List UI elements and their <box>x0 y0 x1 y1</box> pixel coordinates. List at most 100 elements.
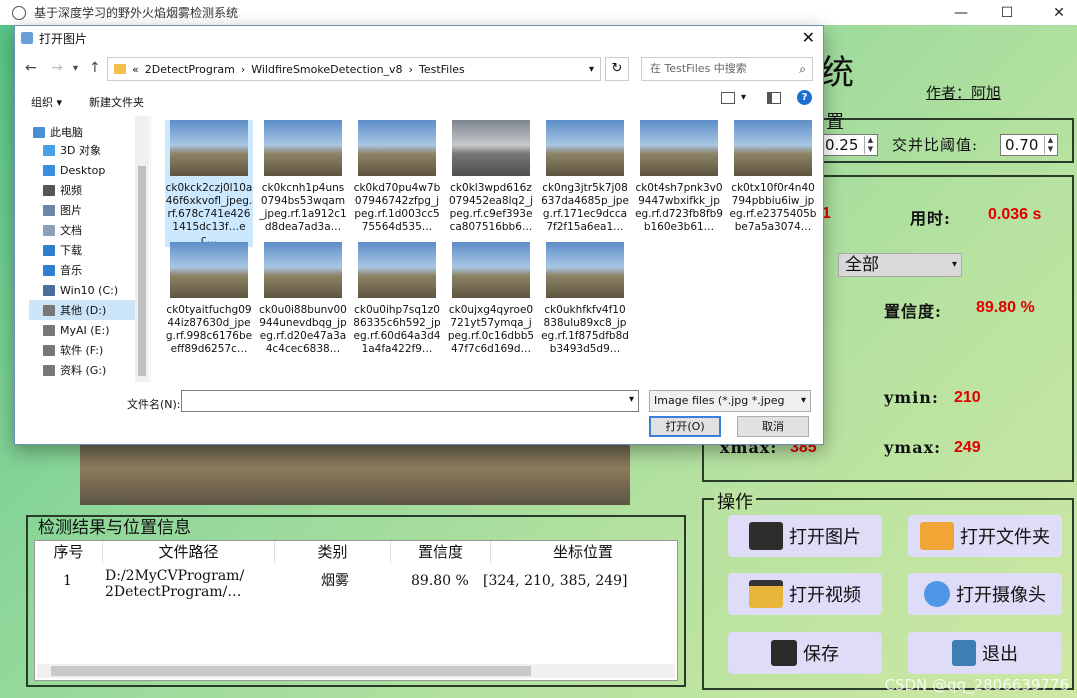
minimize-icon[interactable]: — <box>938 0 984 25</box>
sidebar-item-pictures[interactable]: 图片 <box>43 200 82 220</box>
open-image-button[interactable]: 打开图片 <box>728 515 882 557</box>
file-item[interactable]: ck0ujxg4qyroe0721yt57ymqa_jpeg.rf.0c16db… <box>447 242 535 356</box>
file-item[interactable]: ck0tx10f0r4n40794pbbiu6iw_jpeg.rf.e23754… <box>729 120 817 234</box>
exit-button[interactable]: 退出 <box>908 632 1062 674</box>
dialog-close-icon[interactable]: ✕ <box>802 28 815 47</box>
view-chevron-icon[interactable]: ▾ <box>741 92 746 103</box>
sidebar-item-documents[interactable]: 文档 <box>43 220 82 240</box>
sidebar-item-drive-g[interactable]: 资料 (G:) <box>43 360 106 380</box>
filename-input[interactable]: ▾ <box>181 390 639 412</box>
iou-threshold-value: 0.70 <box>1005 136 1039 154</box>
recent-chevron-icon[interactable]: ▾ <box>73 63 78 74</box>
file-item[interactable]: ck0kcnh1p4uns0794bs53wqam_jpeg.rf.1a912c… <box>259 120 347 234</box>
file-name: ck0ujxg4qyroe0721yt57ymqa_jpeg.rf.0c16db… <box>447 304 535 355</box>
address-bar[interactable]: « 2DetectProgram › WildfireSmokeDetectio… <box>107 57 601 81</box>
open-folder-button[interactable]: 打开文件夹 <box>908 515 1062 557</box>
sidebar-item-drive-d[interactable]: 其他 (D:) <box>29 300 147 320</box>
iou-threshold-spinbox[interactable]: 0.70 ▲ ▼ <box>1000 134 1058 156</box>
drive-icon <box>43 284 55 296</box>
sidebar-item-label: MyAI (E:) <box>60 323 110 337</box>
close-icon[interactable]: ✕ <box>1036 0 1077 25</box>
sidebar-item-3d-objects[interactable]: 3D 对象 <box>43 140 101 160</box>
scrollbar-thumb[interactable] <box>51 666 531 676</box>
target-select-value: 全部 <box>845 255 879 275</box>
open-camera-label: 打开摄像头 <box>956 585 1046 606</box>
open-video-button[interactable]: 打开视频 <box>728 573 882 615</box>
file-item[interactable]: ck0tyaitfuchg0944iz87630d_jpeg.rf.998c61… <box>165 242 253 356</box>
file-item[interactable]: ck0kck2czj0l10a46f6xkvofl_jpeg.rf.678c74… <box>165 120 253 247</box>
preview-pane-icon[interactable] <box>767 92 781 104</box>
scrollbar-thumb[interactable] <box>138 166 146 376</box>
ymin-value: 210 <box>954 389 981 406</box>
file-thumbnail <box>264 120 342 176</box>
sidebar-item-label: 图片 <box>60 204 82 217</box>
new-folder-button[interactable]: 新建文件夹 <box>89 94 144 110</box>
save-button[interactable]: 保存 <box>728 632 882 674</box>
table-header: 置信度 <box>391 541 491 563</box>
settings-legend: 置 <box>826 112 844 133</box>
file-thumbnail <box>452 242 530 298</box>
horizontal-scrollbar[interactable] <box>37 664 675 678</box>
back-icon[interactable]: ← <box>25 60 37 76</box>
filetype-select[interactable]: Image files (*.jpg *.jpeg *.pn▾ <box>649 390 811 427</box>
cancel-button[interactable]: 取消 <box>737 416 809 437</box>
sidebar-item-downloads[interactable]: 下载 <box>43 240 82 260</box>
file-item[interactable]: ck0ng3jtr5k7j08637da4685p_jpeg.rf.171ec9… <box>541 120 629 234</box>
app-title: 基于深度学习的野外火焰烟雾检测系统 <box>34 6 239 20</box>
sidebar-scrollbar[interactable] <box>135 116 149 382</box>
file-name: ck0tx10f0r4n40794pbbiu6iw_jpeg.rf.e23754… <box>729 182 817 233</box>
breadcrumb[interactable]: WildfireSmokeDetection_v8 <box>251 63 402 76</box>
nav-bar: ← → ▾ ↑ « 2DetectProgram › WildfireSmoke… <box>15 54 823 84</box>
iou-label: 交并比阈值: <box>892 136 979 154</box>
maximize-icon[interactable]: ☐ <box>984 0 1030 25</box>
file-item[interactable]: ck0u0i88bunv00944unevdbqg_jpeg.rf.d20e47… <box>259 242 347 356</box>
breadcrumb[interactable]: TestFiles <box>419 63 465 76</box>
open-camera-button[interactable]: 打开摄像头 <box>908 573 1062 615</box>
spin-arrows-icon[interactable]: ▲ ▼ <box>864 136 876 154</box>
breadcrumb[interactable]: « <box>132 63 139 76</box>
app-titlebar: 基于深度学习的野外火焰烟雾检测系统 — ☐ ✕ <box>0 0 1077 25</box>
refresh-icon[interactable]: ↻ <box>605 57 629 81</box>
ymin-label: ymin: <box>884 388 939 407</box>
sidebar-item-this-pc[interactable]: 此电脑 <box>33 122 83 142</box>
file-item[interactable]: ck0kl3wpd616z079452ea8lq2_jpeg.rf.c9ef39… <box>447 120 535 234</box>
spin-arrows-icon[interactable]: ▲ ▼ <box>1044 136 1056 154</box>
sidebar-item-drive-e[interactable]: MyAI (E:) <box>43 320 110 340</box>
3d-icon <box>43 144 55 156</box>
search-input[interactable]: 在 TestFiles 中搜索 ⌕ <box>641 57 813 81</box>
sidebar-item-drive-f[interactable]: 软件 (F:) <box>43 340 103 360</box>
breadcrumb[interactable]: 2DetectProgram <box>145 63 235 76</box>
file-item[interactable]: ck0kd70pu4w7b07946742zfpg_jpeg.rf.1d003c… <box>353 120 441 234</box>
chevron-down-icon[interactable]: ▾ <box>589 64 594 75</box>
sidebar-item-label: Desktop <box>60 163 106 177</box>
organize-button[interactable]: 组织 ▾ <box>31 94 62 110</box>
sidebar-item-videos[interactable]: 视频 <box>43 180 82 200</box>
help-icon[interactable]: ? <box>797 90 812 105</box>
target-select[interactable]: 全部 ▾ <box>838 253 962 277</box>
results-table[interactable]: 序号 文件路径 类别 置信度 坐标位置 1 D:/2MyCVProgram/ 2… <box>34 540 678 681</box>
open-button[interactable]: 打开(O) <box>649 416 721 437</box>
view-icon[interactable] <box>721 92 735 104</box>
sidebar-item-drive-c[interactable]: Win10 (C:) <box>43 280 118 300</box>
chevron-down-icon[interactable]: ▾ <box>629 394 634 405</box>
file-item[interactable]: ck0t4sh7pnk3v09447wbxifkk_jpeg.rf.d723fb… <box>635 120 723 234</box>
file-item[interactable]: ck0u0ihp7sq1z086335c6h592_jpeg.rf.60d64a… <box>353 242 441 356</box>
sidebar-item-label: 视频 <box>60 184 82 197</box>
table-header: 坐标位置 <box>552 543 613 561</box>
sidebar-item-desktop[interactable]: Desktop <box>43 160 105 180</box>
drive-icon <box>43 364 55 376</box>
file-thumbnail <box>546 242 624 298</box>
file-name: ck0kd70pu4w7b07946742zfpg_jpeg.rf.1d003c… <box>353 182 441 233</box>
forward-icon[interactable]: → <box>51 60 63 76</box>
file-item[interactable]: ck0ukhfkfv4f10838ulu89xc8_jpeg.rf.1f875d… <box>541 242 629 356</box>
sidebar-item-music[interactable]: 音乐 <box>43 260 82 280</box>
up-icon[interactable]: ↑ <box>89 60 101 76</box>
sidebar-item-label: 软件 (F:) <box>60 344 104 357</box>
video-folder-icon <box>43 184 55 196</box>
conf-threshold-spinbox[interactable]: 0.25 ▲ ▼ <box>820 134 878 156</box>
open-image-dialog: 打开图片 ✕ ← → ▾ ↑ « 2DetectProgram › Wildfi… <box>14 25 824 445</box>
open-folder-label: 打开文件夹 <box>960 527 1050 548</box>
music-icon <box>43 264 55 276</box>
cell-path: D:/2MyCVProgram/ 2DetectProgram/… <box>105 568 245 600</box>
file-name: ck0kl3wpd616z079452ea8lq2_jpeg.rf.c9ef39… <box>448 182 534 233</box>
